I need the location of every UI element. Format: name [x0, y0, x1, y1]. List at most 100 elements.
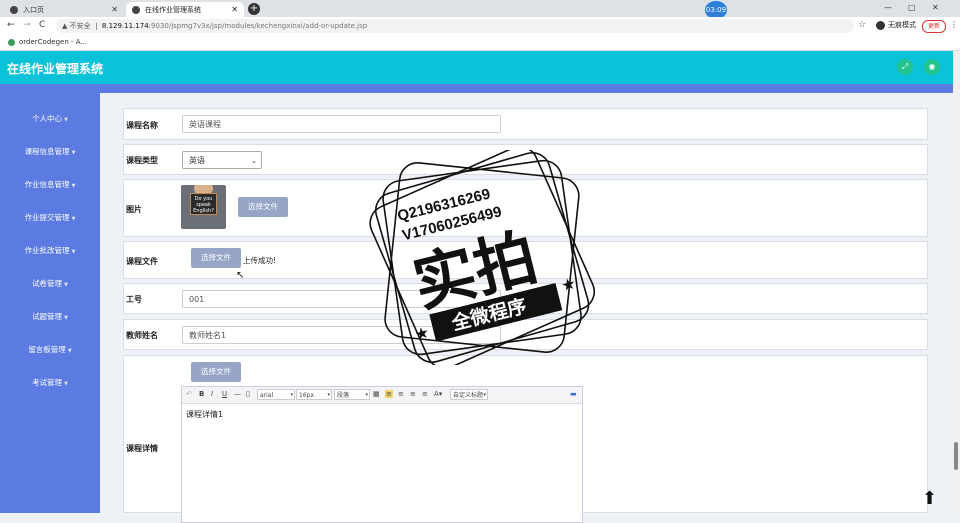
minimize-button[interactable]: —: [884, 3, 892, 12]
address-bar-row: ← → C ▲ 不安全 | 8.129.11.174:9030/jspmg7v3…: [0, 17, 960, 35]
back-button[interactable]: ←: [7, 20, 15, 30]
close-window-button[interactable]: ✕: [932, 3, 939, 12]
sidebar-item-label: 留言板管理: [28, 345, 66, 354]
align-right-icon[interactable]: ≡: [410, 390, 416, 398]
bold-icon[interactable]: B: [199, 390, 204, 398]
course-file-label: 课程文件: [126, 257, 158, 266]
sidebar-item-label: 试题管理: [32, 312, 63, 321]
course-image-thumbnail[interactable]: Do you speak English?: [181, 185, 226, 229]
custom-title-select[interactable]: 自定义标题 ▾: [450, 389, 488, 400]
sidebar-item-exam[interactable]: 考试管理 ▼: [0, 377, 100, 388]
italic-icon[interactable]: I: [211, 390, 213, 398]
scrollbar-thumb[interactable]: [954, 442, 958, 470]
tab-entry-page[interactable]: 入口页 ✕: [4, 2, 124, 17]
chevron-down-icon: ▾: [327, 392, 330, 398]
chevron-down-icon: ▾: [290, 392, 293, 398]
sidebar-item-label: 考试管理: [32, 378, 63, 387]
reload-button[interactable]: C: [39, 20, 45, 30]
url-host: 8.129.11.174: [101, 22, 149, 30]
forward-button[interactable]: →: [23, 20, 31, 30]
upload-success-text: 上传成功!: [243, 256, 277, 265]
incognito-label: 无痕模式: [888, 21, 916, 29]
font-family-select[interactable]: arial ▾: [257, 389, 295, 400]
sidebar-item-personal-center[interactable]: 个人中心 ▼: [0, 113, 100, 124]
font-size-select[interactable]: 16px ▾: [296, 389, 332, 400]
sidebar-item-homework-info[interactable]: 作业信息管理 ▼: [0, 179, 100, 190]
app-title: 在线作业管理系统: [7, 62, 104, 76]
sidebar-item-question[interactable]: 试题管理 ▼: [0, 311, 100, 322]
sidebar-item-homework-submit[interactable]: 作业提交管理 ▼: [0, 212, 100, 223]
browser-menu-icon[interactable]: ⋮: [950, 20, 958, 29]
bookmark-label: orderCodegen - A...: [19, 38, 88, 46]
globe-icon: [10, 5, 18, 14]
tab-label: 入口页: [23, 5, 44, 14]
clear-format-icon[interactable]: ▯: [246, 390, 250, 398]
watermark-stamp: Q2196316269 V17060256499 实拍 全微程序 ★ ★: [369, 150, 596, 365]
align-center-icon[interactable]: ≡: [398, 390, 404, 398]
paragraph-select[interactable]: 段落 ▾: [334, 389, 370, 400]
undo-icon[interactable]: ↶: [186, 390, 192, 398]
security-label: 不安全: [69, 22, 91, 30]
header-divider-strip: [0, 84, 953, 93]
sidebar-item-homework-grading[interactable]: 作业批改管理 ▼: [0, 245, 100, 256]
course-detail-choose-button[interactable]: 选择文件: [191, 362, 241, 382]
underline-icon[interactable]: U: [222, 390, 227, 398]
editor-toolbar: ↶ B I U — ▯ arial ▾ 16px ▾ 段落 ▾ ▦ ≡ ≡ ≡ ≡ A…: [182, 387, 582, 404]
form-row-course-name: 课程名称 英语课程: [123, 108, 928, 140]
close-tab-icon[interactable]: ✕: [111, 5, 118, 14]
horizontal-rule-icon[interactable]: —: [234, 390, 241, 398]
close-tab-icon[interactable]: ✕: [231, 5, 238, 14]
chevron-down-icon: ▼: [71, 183, 76, 189]
tab-label: 在线作业管理系统: [145, 5, 201, 14]
sidebar-item-label: 作业批改管理: [24, 246, 70, 255]
chevron-down-icon: ▼: [64, 381, 68, 387]
chevron-down-icon: ▾: [483, 392, 486, 398]
bookmark-star-icon[interactable]: ☆: [858, 20, 866, 30]
image-choose-file-button[interactable]: 选择文件: [238, 197, 288, 217]
rich-text-editor[interactable]: ↶ B I U — ▯ arial ▾ 16px ▾ 段落 ▾ ▦ ≡ ≡ ≡ ≡ A…: [181, 386, 583, 523]
paragraph-value: 段落: [337, 392, 350, 399]
globe-icon: [132, 5, 140, 14]
user-icon[interactable]: ◉: [924, 59, 940, 75]
chevron-down-icon: ▼: [71, 216, 76, 222]
app-header: 在线作业管理系统 ⤢ ◉: [0, 51, 953, 84]
back-to-top-icon[interactable]: ⬆: [922, 488, 937, 509]
font-size-value: 16px: [299, 392, 314, 399]
chevron-down-icon: ▼: [67, 348, 72, 354]
update-button[interactable]: 更新: [922, 20, 946, 33]
mouse-cursor-icon: ↖: [236, 270, 245, 281]
chevron-down-icon: ▼: [64, 282, 68, 288]
teacher-name-label: 教师姓名: [126, 331, 158, 340]
job-no-label: 工号: [126, 295, 142, 304]
sidebar-item-label: 课程信息管理: [24, 147, 70, 156]
fullscreen-editor-icon[interactable]: ▬: [570, 390, 577, 398]
font-color-icon[interactable]: A▾: [434, 390, 442, 398]
sidebar-item-label: 试卷管理: [32, 279, 63, 288]
incognito-indicator[interactable]: 无痕模式: [876, 20, 916, 30]
maximize-button[interactable]: ▢: [908, 3, 916, 12]
course-type-select[interactable]: 英语 ⌄: [182, 151, 262, 169]
star-icon: ★: [559, 273, 578, 295]
sidebar-item-label: 个人中心: [32, 114, 63, 123]
url-field[interactable]: ▲ 不安全 | 8.129.11.174:9030/jspmg7v3x/jsp/…: [56, 19, 854, 33]
bookmark-ordercodegen[interactable]: orderCodegen - A...: [8, 35, 87, 50]
sidebar-item-message-board[interactable]: 留言板管理 ▼: [0, 344, 100, 355]
course-file-choose-button[interactable]: 选择文件: [191, 248, 241, 268]
editor-content[interactable]: 课程详情1: [186, 409, 223, 420]
sidebar-item-course-info[interactable]: 课程信息管理 ▼: [0, 146, 100, 157]
chevron-down-icon: ▼: [71, 249, 76, 255]
font-family-value: arial: [260, 392, 274, 399]
new-tab-button[interactable]: +: [248, 3, 260, 15]
course-name-label: 课程名称: [126, 121, 158, 130]
align-left-icon[interactable]: ≡: [385, 390, 393, 398]
course-name-input[interactable]: 英语课程: [182, 115, 501, 133]
table-icon[interactable]: ▦: [373, 390, 380, 398]
chevron-down-icon: ▾: [365, 392, 368, 398]
sidebar-item-exam-paper[interactable]: 试卷管理 ▼: [0, 278, 100, 289]
expand-icon[interactable]: ⤢: [897, 59, 913, 75]
tab-homework-system[interactable]: 在线作业管理系统 ✕: [126, 2, 244, 17]
align-justify-icon[interactable]: ≡: [422, 390, 428, 398]
thumbnail-sign: Do you speak English?: [190, 193, 217, 215]
sidebar: 个人中心 ▼ 课程信息管理 ▼ 作业信息管理 ▼ 作业提交管理 ▼ 作业批改管理 ▼ 试卷…: [0, 93, 100, 513]
sidebar-item-label: 作业提交管理: [24, 213, 70, 222]
